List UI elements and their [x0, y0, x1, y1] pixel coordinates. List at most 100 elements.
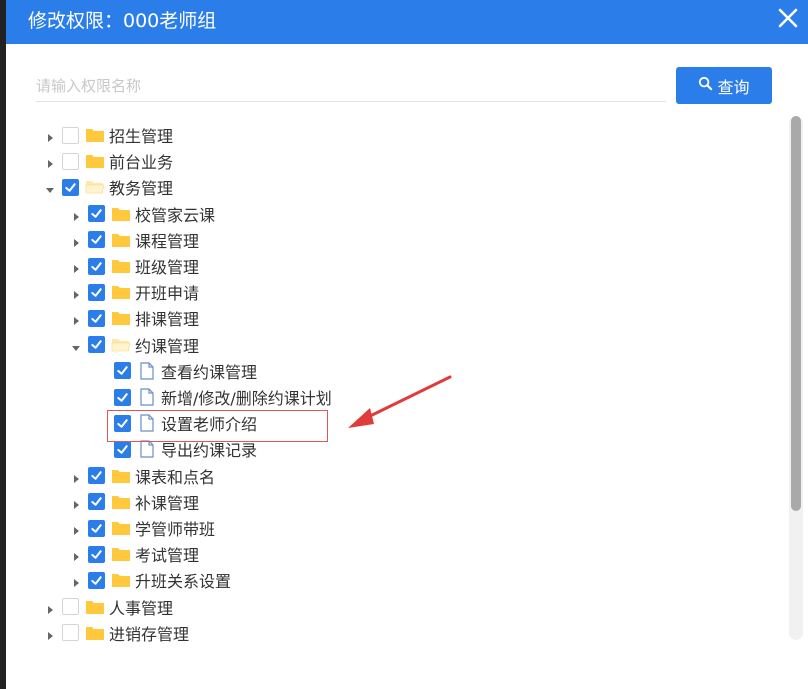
checkbox-checked[interactable]: [88, 283, 105, 301]
tree-node[interactable]: 开班申请: [70, 279, 199, 305]
folder-icon: [111, 257, 131, 275]
tree-node-label: 课表和点名: [135, 467, 216, 487]
tree-node-label: 查看约课管理: [161, 362, 258, 382]
search-button[interactable]: 查询: [676, 67, 772, 104]
folder-icon: [111, 309, 131, 327]
check-icon: [91, 549, 102, 559]
checkbox[interactable]: [62, 624, 79, 642]
tree-node-label: 升班关系设置: [135, 572, 232, 592]
search-button-label: 查询: [717, 77, 750, 97]
dialog-title: 修改权限：000老师组: [28, 10, 217, 32]
background-edge: [0, 0, 6, 689]
tree-node[interactable]: 招生管理: [44, 122, 173, 148]
checkbox-checked[interactable]: [88, 205, 105, 223]
annotation-arrow: [348, 375, 452, 428]
tree-node[interactable]: 补课管理: [70, 489, 199, 515]
tree-node[interactable]: 班级管理: [70, 253, 199, 279]
checkbox-checked[interactable]: [88, 467, 105, 485]
caret-right-icon[interactable]: [44, 627, 56, 640]
tree-node[interactable]: 查看约课管理: [96, 358, 257, 384]
check-icon: [91, 340, 102, 349]
tree-node-label: 前台业务: [109, 153, 174, 173]
folder-icon: [111, 467, 131, 485]
check-icon: [91, 314, 102, 323]
folder-icon: [85, 598, 105, 616]
caret-right-icon[interactable]: [70, 312, 82, 326]
tree-node-label: 进销存管理: [109, 624, 190, 642]
check-icon: [117, 445, 128, 454]
checkbox-checked[interactable]: [88, 545, 105, 563]
checkbox-checked[interactable]: [88, 493, 105, 511]
caret-right-icon[interactable]: [70, 522, 82, 535]
tree-node[interactable]: 人事管理: [44, 594, 173, 620]
checkbox-checked[interactable]: [88, 231, 105, 249]
folder-open-icon: [85, 178, 105, 196]
check-icon: [91, 209, 102, 218]
check-icon: [117, 366, 128, 376]
tree-node-label: 新增/修改/删除约课计划: [161, 389, 332, 408]
tree-node[interactable]: 课表和点名: [70, 463, 215, 489]
tree-node-label: 补课管理: [135, 493, 200, 513]
checkbox-checked[interactable]: [88, 519, 105, 537]
file-icon: [137, 388, 157, 406]
caret-right-icon[interactable]: [70, 496, 82, 509]
tree-node[interactable]: 进销存管理: [44, 620, 189, 642]
file-icon: [137, 362, 157, 380]
tree-node-label: 班级管理: [135, 258, 200, 277]
folder-icon: [111, 519, 131, 537]
check-icon: [117, 392, 128, 402]
tree-node-label: 教务管理: [109, 179, 174, 199]
tree-node[interactable]: 教务管理: [44, 174, 173, 200]
checkbox-checked[interactable]: [88, 571, 105, 589]
check-icon: [91, 287, 102, 297]
caret-right-icon[interactable]: [44, 129, 56, 142]
checkbox-checked[interactable]: [62, 178, 79, 196]
tree-node-label: 约课管理: [135, 336, 200, 356]
check-icon: [91, 576, 102, 585]
tree-node-label: 人事管理: [109, 598, 174, 618]
scrollbar-thumb[interactable]: [791, 116, 801, 511]
tree-node[interactable]: 考试管理: [70, 541, 199, 567]
checkbox[interactable]: [62, 152, 79, 170]
folder-icon: [85, 624, 105, 642]
caret-right-icon[interactable]: [70, 470, 82, 483]
tree-node[interactable]: 前台业务: [44, 148, 173, 174]
folder-icon: [111, 231, 131, 249]
checkbox-checked[interactable]: [88, 336, 105, 354]
permission-search-input[interactable]: [36, 70, 666, 102]
tree-node[interactable]: 校管家云课: [70, 201, 215, 227]
tree-scrollbar[interactable]: [789, 116, 803, 640]
checkbox-checked[interactable]: [88, 257, 105, 275]
folder-icon: [111, 545, 131, 563]
dialog-header: 修改权限：000老师组: [6, 0, 808, 44]
tree-node[interactable]: 升班关系设置: [70, 567, 231, 593]
tree-node[interactable]: 课程管理: [70, 227, 199, 253]
checkbox-checked[interactable]: [88, 309, 105, 327]
caret-right-icon[interactable]: [70, 548, 82, 562]
checkbox[interactable]: [62, 598, 79, 616]
tree-node[interactable]: 约课管理: [70, 332, 199, 358]
caret-right-icon[interactable]: [70, 234, 82, 247]
caret-right-icon[interactable]: [70, 208, 82, 221]
tree-node[interactable]: 新增/修改/删除约课计划: [96, 384, 332, 410]
tree-node[interactable]: 学管师带班: [70, 515, 215, 541]
tree-node-label: 排课管理: [135, 310, 200, 330]
close-icon[interactable]: [776, 6, 800, 30]
caret-right-icon[interactable]: [70, 574, 82, 588]
folder-open-icon: [111, 336, 131, 354]
caret-right-icon[interactable]: [44, 155, 56, 169]
checkbox-checked[interactable]: [114, 440, 131, 458]
checkbox-checked[interactable]: [114, 388, 131, 406]
tree-node[interactable]: 排课管理: [70, 305, 199, 331]
caret-right-icon[interactable]: [44, 601, 56, 614]
caret-down-icon[interactable]: [70, 339, 82, 351]
tree-node-label: 学管师带班: [135, 520, 216, 539]
search-icon: [698, 76, 713, 95]
checkbox-checked[interactable]: [114, 362, 131, 380]
tree-node-label: 招生管理: [109, 127, 174, 146]
caret-right-icon[interactable]: [70, 286, 82, 300]
caret-down-icon[interactable]: [44, 181, 56, 194]
caret-right-icon[interactable]: [70, 260, 82, 273]
checkbox[interactable]: [62, 126, 79, 144]
check-icon: [91, 235, 102, 245]
